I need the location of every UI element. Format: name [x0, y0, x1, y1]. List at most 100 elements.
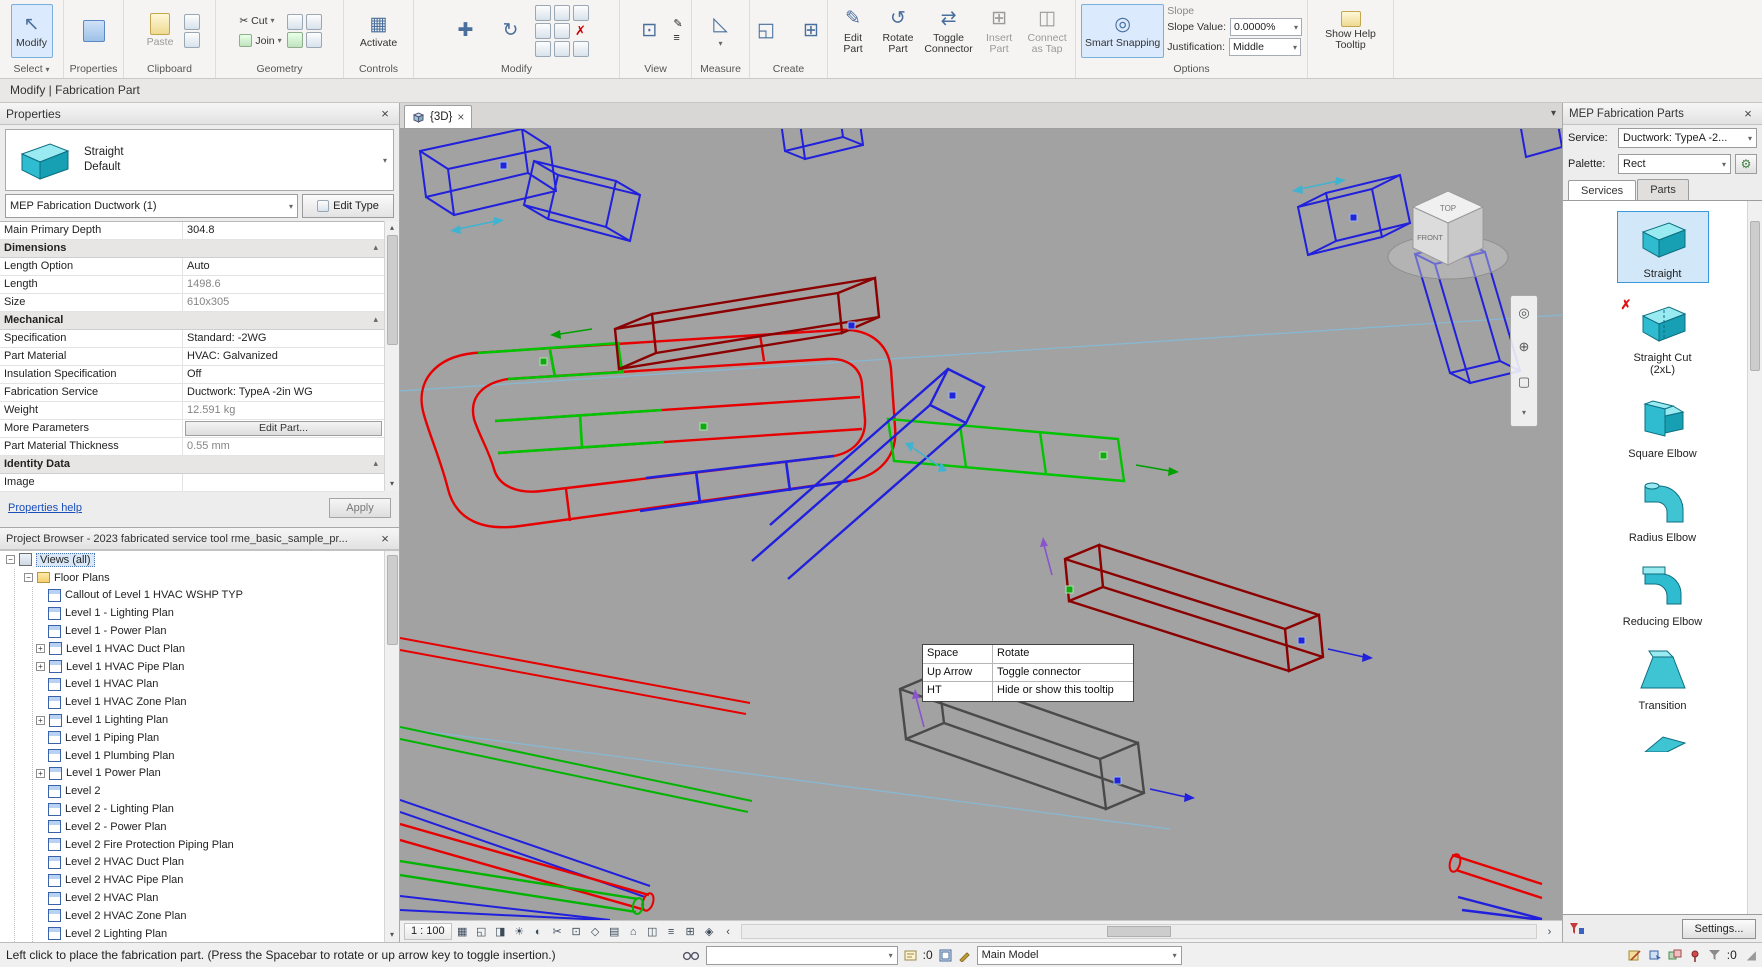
part-card-reducing-elbow[interactable]: Reducing Elbow — [1617, 559, 1709, 631]
tree-root-views[interactable]: − Views (all) — [0, 551, 399, 569]
chevron-down-icon[interactable]: ▾ — [1522, 408, 1526, 417]
displacement-icon[interactable]: ◈ — [701, 923, 718, 940]
property-section-dimensions[interactable]: Dimensions ▴ — [0, 240, 384, 258]
properties-toggle-button[interactable] — [73, 4, 115, 58]
visual-style-icon[interactable]: ◨ — [492, 923, 509, 940]
insert-part-button[interactable]: ⊞ Insert Part — [978, 4, 1020, 58]
collapse-bar-icon[interactable]: ‹ — [720, 923, 737, 940]
navigation-bar[interactable]: ◎ ⊕ ▢ ▾ — [1510, 295, 1538, 427]
edit-type-button[interactable]: Edit Type — [302, 194, 394, 218]
close-icon[interactable]: × — [377, 106, 393, 121]
property-section-mechanical[interactable]: Mechanical ▴ — [0, 312, 384, 330]
demolish-icon[interactable] — [305, 31, 322, 48]
worksets-icon[interactable] — [682, 949, 700, 961]
property-row[interactable]: Length Option Auto — [0, 258, 384, 276]
array-icon[interactable] — [553, 40, 570, 57]
scroll-right-icon[interactable]: › — [1541, 923, 1558, 940]
collapse-box-icon[interactable]: − — [6, 555, 15, 565]
properties-scrollbar[interactable]: ▴ ▾ — [384, 221, 399, 491]
tree-item-view[interactable]: Level 2 HVAC Pipe Plan — [0, 871, 399, 889]
resize-grip[interactable]: ◢ — [1747, 948, 1756, 962]
trim-icon[interactable] — [553, 4, 570, 21]
settings-button[interactable]: Settings... — [1682, 918, 1756, 939]
steering-wheel-icon[interactable]: ◎ — [1518, 305, 1529, 321]
move-button[interactable]: ✚ — [445, 4, 487, 58]
property-section-identity-data[interactable]: Identity Data ▴ — [0, 456, 384, 474]
editing-requests-icon[interactable] — [904, 949, 917, 962]
part-card-transition[interactable]: Transition — [1617, 643, 1709, 715]
select-pinned-icon[interactable] — [1688, 949, 1702, 962]
properties-help-link[interactable]: Properties help — [8, 502, 82, 514]
tree-item-view[interactable]: + Level 1 HVAC Duct Plan — [0, 640, 399, 658]
tab-services[interactable]: Services — [1568, 180, 1637, 201]
align-icon[interactable] — [534, 4, 551, 21]
property-row[interactable]: Insulation Specification Off — [0, 366, 384, 384]
property-row[interactable]: Weight 12.591 kg — [0, 402, 384, 420]
tree-item-view[interactable]: Level 1 Piping Plan — [0, 729, 399, 747]
selection-filter-icon[interactable] — [1708, 949, 1721, 961]
press-drag-icon[interactable] — [1648, 949, 1662, 962]
close-icon[interactable]: × — [457, 110, 464, 124]
property-row[interactable]: Length 1498.6 — [0, 276, 384, 294]
view-button[interactable]: ⊡ — [628, 4, 670, 58]
toggle-connector-button[interactable]: ⇄ Toggle Connector — [922, 4, 975, 58]
close-icon[interactable]: × — [1740, 106, 1756, 121]
mirror-icon[interactable] — [534, 40, 551, 57]
sun-path-icon[interactable]: ☀ — [511, 923, 528, 940]
property-row-more-parameters[interactable]: More Parameters Edit Part... — [0, 420, 384, 438]
edit-part-button[interactable]: ✎ Edit Part — [832, 4, 874, 58]
palette-filter-icon[interactable] — [1569, 922, 1585, 936]
temporary-properties-icon[interactable]: ≡ — [663, 923, 680, 940]
browser-scrollbar[interactable]: ▾ — [384, 551, 399, 942]
service-select[interactable]: Ductwork: TypeA -2... ▾ — [1618, 128, 1757, 148]
modify-tool-button[interactable]: ↖ Modify — [10, 3, 53, 58]
tree-item-view[interactable]: Level 1 Plumbing Plan — [0, 747, 399, 765]
tree-item-view[interactable]: + Level 1 HVAC Pipe Plan — [0, 658, 399, 676]
apply-button[interactable]: Apply — [329, 498, 391, 518]
match-type-icon[interactable] — [184, 31, 200, 48]
linework-icon[interactable]: ✎ — [673, 17, 682, 30]
tree-item-view[interactable]: Level 1 - Power Plan — [0, 622, 399, 640]
delete-icon[interactable]: ✗ — [573, 23, 589, 39]
scrollbar-thumb[interactable] — [1107, 926, 1172, 937]
scrollbar-thumb[interactable] — [1750, 221, 1760, 371]
palette-select[interactable]: Rect ▾ — [1618, 154, 1731, 174]
section-box-icon[interactable]: ✂ — [549, 923, 566, 940]
property-row[interactable]: Part Material Thickness 0.55 mm — [0, 438, 384, 456]
rotate-part-button[interactable]: ↺ Rotate Part — [877, 4, 919, 58]
panel-label-select[interactable]: Select ▾ — [0, 61, 63, 78]
property-row[interactable]: Image — [0, 474, 384, 492]
tree-group-floor-plans[interactable]: − Floor Plans — [0, 569, 399, 587]
tree-item-view[interactable]: + Level 1 Power Plan — [0, 765, 399, 783]
hide-elements-icon[interactable]: ▤ — [606, 923, 623, 940]
rendering-icon[interactable]: ⊡ — [568, 923, 585, 940]
part-card-radius-elbow[interactable]: Radius Elbow — [1617, 475, 1709, 547]
scrollbar-thumb[interactable] — [386, 235, 398, 345]
show-help-tooltip-button[interactable]: Show Help Tooltip — [1312, 4, 1389, 58]
edit-part-cell-button[interactable]: Edit Part... — [185, 421, 382, 436]
view-tab-3d[interactable]: {3D} × — [404, 105, 473, 128]
part-card-straight[interactable]: Straight — [1616, 211, 1709, 283]
paste-button[interactable]: Paste — [139, 4, 181, 58]
element-filter-select[interactable]: MEP Fabrication Ductwork (1) ▾ — [5, 194, 298, 218]
scroll-down-icon[interactable]: ▾ — [390, 928, 394, 942]
horizontal-scrollbar[interactable] — [740, 924, 1537, 939]
pan-icon[interactable]: ▢ — [1518, 374, 1530, 390]
scroll-down-icon[interactable]: ▾ — [390, 477, 394, 491]
coping-icon[interactable] — [286, 13, 303, 30]
pin-icon[interactable] — [572, 4, 589, 21]
property-row[interactable]: Fabrication Service Ductwork: TypeA -2in … — [0, 384, 384, 402]
constraints-icon[interactable]: ⊞ — [682, 923, 699, 940]
tree-item-view[interactable]: Level 2 - Lighting Plan — [0, 800, 399, 818]
connect-as-tap-button[interactable]: ◫ Connect as Tap — [1023, 4, 1071, 58]
tree-item-view[interactable]: Level 2 Lighting Plan — [0, 925, 399, 942]
expand-box-icon[interactable]: + — [36, 768, 45, 778]
edit-service-config-button[interactable]: ⚙ — [1735, 154, 1757, 174]
tree-item-view[interactable]: Level 1 HVAC Zone Plan — [0, 693, 399, 711]
create-similar-button[interactable]: ⊞ — [790, 4, 832, 58]
smart-snapping-toggle[interactable]: ◎ Smart Snapping — [1080, 3, 1165, 58]
cut-geometry-button[interactable]: ✂ Cut ▾ — [237, 12, 283, 30]
slope-value-select[interactable]: 0.0000% ▾ — [1230, 18, 1303, 36]
reveal-hidden-icon[interactable]: ⌂ — [625, 923, 642, 940]
wall-joins-icon[interactable] — [286, 31, 303, 48]
